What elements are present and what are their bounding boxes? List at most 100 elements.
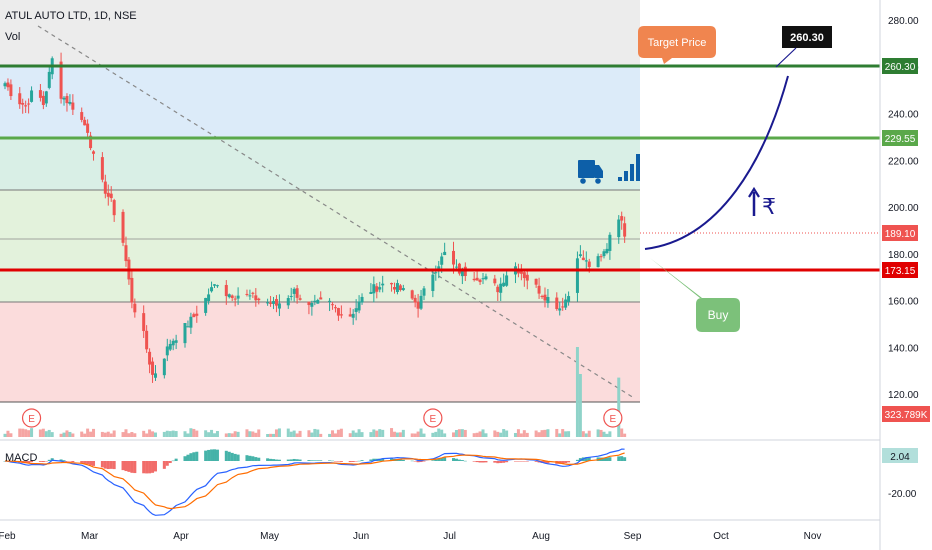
candle-body-2023-06-08: [378, 287, 382, 290]
projection-arrow[interactable]: [644, 75, 789, 250]
volume-bar-2023-02-13: [38, 429, 42, 437]
candle-body-2023-02-06: [18, 93, 22, 105]
time-tick-feb: Feb: [0, 531, 16, 542]
volume-bar-2023-07-21: [505, 430, 509, 437]
macd-hist-2023-05-25: [336, 461, 340, 462]
time-tick-jun: Jun: [353, 531, 369, 542]
macd-hist-2023-07-21: [505, 461, 509, 463]
time-tick-mar: Mar: [81, 531, 99, 542]
target-value-box[interactable]: 260.30: [775, 26, 832, 68]
macd-hist-2023-02-13: [38, 461, 42, 462]
macd-hist-2023-03-28: [165, 461, 169, 466]
candle-body-2023-07-13: [481, 278, 485, 280]
macd-hist-2023-03-13: [121, 461, 125, 471]
target-price-callout[interactable]: Target Price: [638, 26, 716, 64]
candle-body-2023-06-13: [392, 287, 396, 290]
macd-hist-2023-07-06: [460, 460, 464, 461]
candle-body-2023-05-19: [319, 297, 323, 300]
volume-bar-2023-04-06: [192, 428, 196, 437]
candle-body-2023-07-31: [534, 278, 538, 285]
volume-bar-2023-06-14: [395, 432, 399, 437]
badge-r1: 229.55: [882, 130, 918, 146]
candle-body-2023-02-13: [38, 90, 42, 98]
macd-hist-2023-05-10: [292, 458, 296, 461]
volume-bar-2023-03-29: [168, 431, 172, 437]
macd-hist-2023-05-11: [295, 459, 299, 461]
chart-root[interactable]: ATUL AUTO LTD, 1D, NSE Vol Target Price …: [0, 0, 932, 550]
macd-label: MACD: [5, 452, 37, 464]
volume-bar-2023-07-14: [484, 433, 488, 437]
candle-body-2023-08-11: [567, 296, 571, 302]
candle-body-2023-06-22: [419, 295, 423, 309]
macd-hist-2023-04-12: [210, 449, 214, 461]
macd-hist-2023-06-23: [422, 461, 426, 462]
svg-text:173.15: 173.15: [885, 266, 916, 277]
macd-hist-2023-03-14: [124, 461, 128, 472]
volume-bar-2023-07-19: [499, 432, 503, 437]
macd-hist-2023-05-01: [266, 458, 270, 461]
volume-bar-2023-04-20: [233, 431, 237, 437]
volume-bar-2023-07-13: [481, 429, 485, 437]
macd-tick-0: -20.00: [888, 489, 917, 500]
candle-body-2023-02-01: [3, 83, 7, 87]
macd-panel[interactable]: [3, 448, 627, 516]
macd-hist-2023-06-20: [413, 461, 417, 462]
candle-body-2023-07-26: [519, 271, 523, 274]
candle-body-2023-04-17: [224, 284, 228, 297]
volume-bar-2023-05-08: [286, 428, 290, 437]
volume-bar-2023-03-10: [112, 430, 116, 437]
volume-bar-2023-08-16: [581, 431, 585, 437]
macd-hist-2023-02-22: [65, 461, 69, 462]
candle-body-2023-05-08: [286, 298, 290, 306]
volume-bar-2023-04-17: [224, 433, 228, 437]
volume-bar-2023-05-30: [351, 430, 355, 437]
volume-bar-2023-05-02: [269, 433, 273, 437]
macd-hist-2023-04-04: [186, 454, 190, 461]
zone-blue: [0, 66, 640, 138]
candle-body-2023-08-22: [599, 256, 603, 258]
candle-body-2023-03-10: [112, 200, 116, 216]
macd-hist-2023-03-16: [130, 461, 134, 473]
time-tick-apr: Apr: [173, 531, 189, 542]
candle-body-2023-07-28: [525, 274, 529, 281]
macd-hist-2023-05-24: [333, 461, 337, 462]
earnings-markers[interactable]: EEE: [21, 408, 623, 428]
volume-bar-2023-05-31: [354, 432, 358, 437]
macd-hist-2023-05-16: [310, 460, 314, 461]
price-axis[interactable]: 280.00260.00240.00220.00200.00180.00160.…: [888, 16, 919, 500]
candle-body-2023-06-02: [360, 296, 364, 303]
candle-body-2023-04-19: [230, 295, 234, 298]
time-tick-aug: Aug: [532, 531, 550, 542]
volume-bar-2023-04-24: [245, 429, 249, 437]
candle-body-2023-08-29: [620, 216, 624, 221]
candle-body-2023-05-15: [307, 301, 311, 306]
macd-hist-2023-07-05: [457, 459, 461, 461]
volume-bar-2023-08-02: [540, 430, 544, 437]
volume-bar-2023-03-08: [106, 431, 110, 437]
candle-body-2023-02-21: [62, 97, 66, 100]
macd-hist-2023-05-17: [313, 460, 317, 461]
volume-bar-2023-02-21: [62, 432, 66, 437]
earnings-marker-0: E: [28, 414, 35, 425]
volume-bar-2023-08-17: [584, 433, 588, 437]
volume-bar-2023-05-22: [328, 433, 332, 437]
time-axis[interactable]: Feb Mar Apr May Jun Jul Aug Sep Oct Nov: [0, 531, 821, 542]
volume-bar-2023-08-07: [555, 428, 559, 437]
candle-body-2023-07-18: [496, 286, 500, 293]
volume-bar-2023-03-23: [151, 431, 155, 437]
candle-body-2023-08-04: [546, 297, 550, 304]
volume-bar-2023-06-26: [431, 432, 435, 437]
candle-body-2023-07-11: [475, 277, 479, 281]
svg-text:323.789K: 323.789K: [885, 410, 928, 421]
volume-bar-2023-06-16: [401, 429, 405, 437]
candle-body-2023-06-23: [422, 288, 426, 296]
volume-bar-2023-06-27: [434, 431, 438, 437]
candle-body-2023-04-13: [213, 284, 216, 286]
macd-hist-2023-05-19: [319, 460, 323, 461]
price-tick-2: 240.00: [888, 110, 919, 121]
candle-body-2023-04-05: [189, 316, 193, 328]
candle-body-2023-04-20: [233, 298, 237, 300]
candle-body-2023-05-11: [295, 288, 299, 298]
volume-bar-2023-02-16: [47, 429, 51, 437]
candle-body-2023-02-28: [83, 119, 87, 126]
